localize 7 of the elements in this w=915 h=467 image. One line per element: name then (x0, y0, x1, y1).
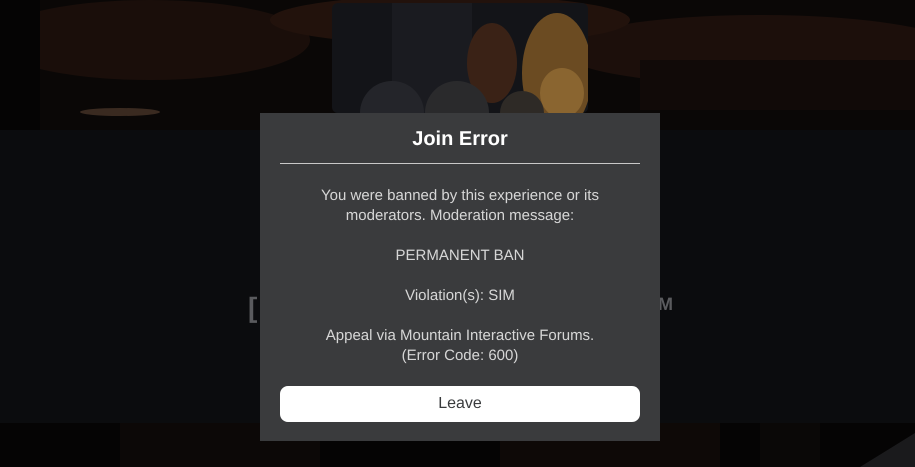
message-text: PERMANENT BAN (394, 246, 526, 266)
leave-button[interactable]: Leave (280, 386, 640, 422)
message-text: Appeal via Mountain Interactive Forums. (Error Code: 600) (324, 326, 596, 366)
message-text: Violation(s): SIM (404, 286, 516, 306)
dialog-title: Join Error (411, 127, 509, 152)
heading-fragment: [ (248, 292, 258, 324)
message-text: You were banned by this experience or its moderators. Moderation message: (320, 186, 600, 226)
